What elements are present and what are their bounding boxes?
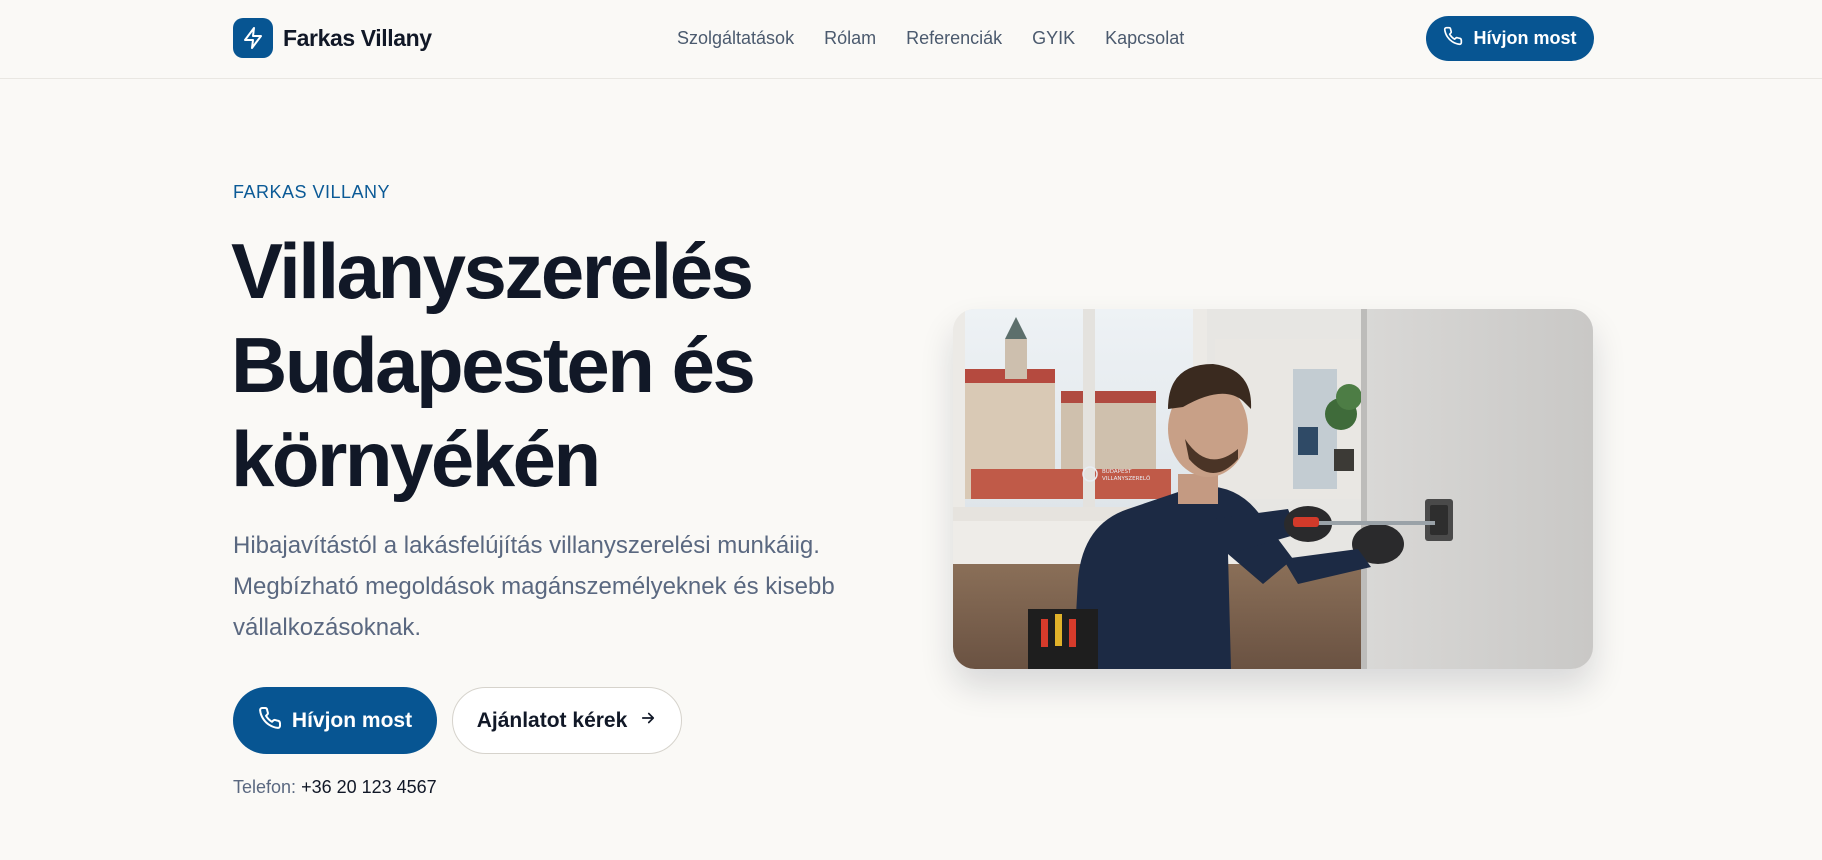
hero-call-button[interactable]: Hívjon most (233, 687, 437, 754)
shirt-logo-line1: BUDAPEST (1102, 469, 1132, 475)
hero-headline-line: környékén (231, 415, 601, 503)
nav-item-rolam[interactable]: Rólam (824, 28, 876, 49)
hero-lead-line: Hibajavítástól a lakásfelújítás villanys… (233, 532, 820, 559)
phone-icon (258, 706, 282, 736)
request-quote-label: Ajánlatot kérek (476, 708, 628, 732)
nav-item-referenciak[interactable]: Referenciák (906, 28, 1002, 49)
hero-lead-line: vállalkozásoknak. (233, 614, 422, 641)
arrow-right-icon (639, 709, 657, 733)
nav-item-szolgaltatasok[interactable]: Szolgáltatások (677, 28, 794, 49)
nav-item-gyik[interactable]: GYIK (1032, 28, 1075, 49)
nav-item-kapcsolat[interactable]: Kapcsolat (1105, 28, 1184, 49)
phone-line: Telefon: +36 20 123 4567 (233, 777, 437, 798)
shirt-logo-line2: VILLANYSZERELŐ (1102, 475, 1151, 482)
header-call-label: Hívjon most (1473, 28, 1577, 48)
site-header: Farkas Villany Szolgáltatások Rólam Refe… (0, 0, 1822, 79)
phone-number[interactable]: +36 20 123 4567 (301, 777, 437, 797)
hero-headline-line: Villanyszerelés (231, 227, 754, 315)
bolt-icon (233, 18, 273, 58)
hero-lead: Hibajavítástól a lakásfelújítás villanys… (233, 525, 893, 648)
hero-call-label: Hívjon most (291, 708, 413, 732)
header-call-button[interactable]: Hívjon most (1426, 16, 1594, 61)
hero-eyebrow: FARKAS VILLANY (233, 182, 391, 202)
phone-label: Telefon: (233, 777, 297, 797)
hero-photo: BUDAPEST VILLANYSZERELŐ (953, 309, 1593, 669)
brand-name: Farkas Villany (283, 24, 432, 51)
hero-lead-line: Megbízható megoldások magánszemélyeknek … (233, 573, 835, 600)
phone-icon (1443, 26, 1463, 51)
hero-headline: Villanyszerelés Budapesten és környékén (231, 224, 851, 506)
hero-headline-line: Budapesten és (231, 321, 756, 409)
main-nav: Szolgáltatások Rólam Referenciák GYIK Ka… (677, 28, 1184, 49)
brand-logo[interactable]: Farkas Villany (233, 18, 432, 58)
request-quote-button[interactable]: Ajánlatot kérek (452, 687, 682, 754)
